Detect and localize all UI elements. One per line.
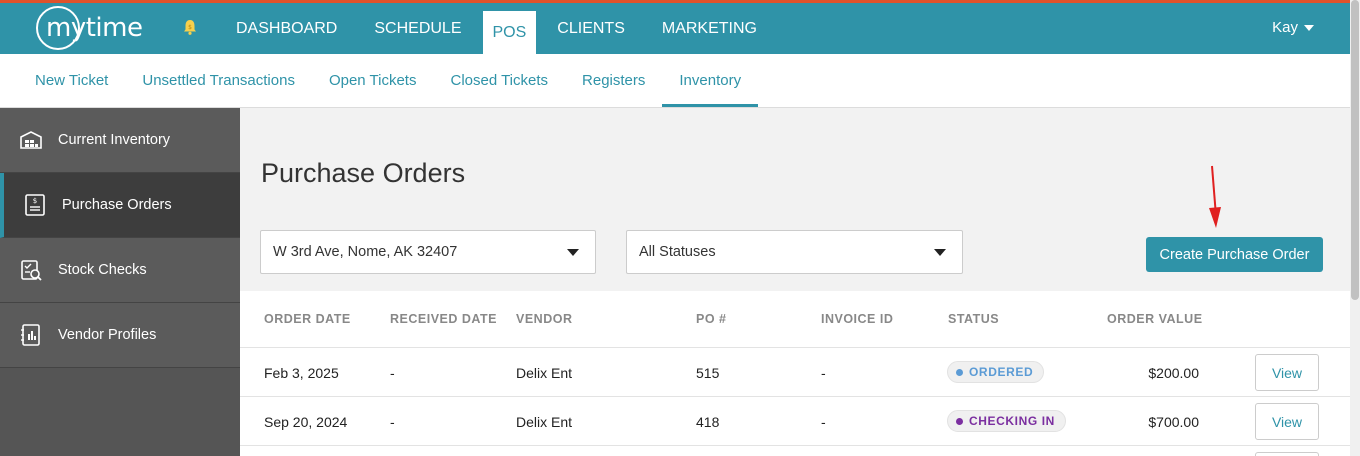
status-select[interactable]: All Statuses: [626, 230, 963, 274]
table-row: Feb 3, 2025 - Delix Ent 515 - ORDERED $2…: [240, 348, 1350, 397]
nav-schedule[interactable]: SCHEDULE: [358, 9, 477, 49]
nav-pos[interactable]: POS: [482, 11, 537, 54]
user-name: Kay: [1272, 19, 1298, 36]
sidebar-item-vendor-profiles[interactable]: Vendor Profiles: [0, 303, 240, 368]
top-navbar: mytime $ DASHBOARD SCHEDULE POS CLIENTS …: [0, 0, 1350, 54]
vendor-profile-icon: [17, 321, 45, 349]
cell-order-date: Sep 20, 2024: [264, 414, 348, 430]
stock-check-icon: [17, 256, 45, 284]
mytime-logo[interactable]: mytime: [36, 6, 143, 50]
nav-clients[interactable]: CLIENTS: [541, 9, 641, 49]
bell-icon[interactable]: $: [181, 18, 199, 36]
logo-text: mytime: [46, 13, 143, 43]
cell-vendor: Delix Ent: [516, 414, 573, 430]
page-scrollbar[interactable]: [1350, 0, 1360, 456]
view-button[interactable]: [1255, 452, 1319, 456]
cell-invoice-id: -: [821, 414, 826, 430]
table-header: ORDER DATE RECEIVED DATE VENDOR PO # INV…: [240, 291, 1350, 348]
purchase-orders-table: ORDER DATE RECEIVED DATE VENDOR PO # INV…: [240, 291, 1350, 456]
subnav-closed-tickets[interactable]: Closed Tickets: [433, 54, 565, 106]
page-title: Purchase Orders: [261, 158, 466, 188]
pos-subnav: New Ticket Unsettled Transactions Open T…: [0, 54, 1350, 108]
user-menu[interactable]: Kay: [1272, 19, 1314, 36]
status-select-value: All Statuses: [639, 244, 716, 260]
status-badge: ORDERED: [947, 361, 1045, 383]
cell-received-date: -: [390, 365, 395, 381]
cell-order-date: Feb 3, 2025: [264, 365, 339, 381]
col-vendor[interactable]: VENDOR: [516, 312, 572, 326]
status-text: CHECKING IN: [969, 414, 1055, 428]
sidebar-item-label: Purchase Orders: [62, 197, 172, 213]
table-row: Sep 20, 2024 - Delix Ent 418 - CHECKING …: [240, 397, 1350, 446]
cell-po-number: 515: [696, 365, 720, 381]
cell-order-value: $700.00: [1148, 414, 1199, 430]
view-button[interactable]: View: [1255, 354, 1319, 391]
col-order-date[interactable]: ORDER DATE: [264, 312, 351, 326]
status-badge: CHECKING IN: [947, 410, 1066, 432]
sidebar-item-purchase-orders[interactable]: $ Purchase Orders: [0, 173, 240, 238]
subnav-open-tickets[interactable]: Open Tickets: [312, 54, 434, 106]
subnav-registers[interactable]: Registers: [565, 54, 662, 106]
svg-text:$: $: [188, 24, 192, 31]
view-button[interactable]: View: [1255, 403, 1319, 440]
purchase-order-icon: $: [21, 191, 49, 219]
cell-po-number: 418: [696, 414, 720, 430]
cell-vendor: Delix Ent: [516, 365, 573, 381]
location-select-value: W 3rd Ave, Nome, AK 32407: [273, 244, 458, 260]
nav-dashboard[interactable]: DASHBOARD: [220, 9, 353, 49]
sidebar-item-stock-checks[interactable]: Stock Checks: [0, 238, 240, 303]
cell-invoice-id: -: [821, 365, 826, 381]
col-invoice-id[interactable]: INVOICE ID: [821, 312, 893, 326]
sidebar-item-label: Stock Checks: [58, 262, 147, 278]
sidebar-item-label: Vendor Profiles: [58, 327, 157, 343]
caret-down-icon: [567, 249, 579, 256]
table-row: [240, 446, 1350, 456]
subnav-inventory[interactable]: Inventory: [662, 54, 759, 107]
location-select[interactable]: W 3rd Ave, Nome, AK 32407: [260, 230, 596, 274]
scrollbar-thumb[interactable]: [1351, 0, 1359, 300]
subnav-unsettled-transactions[interactable]: Unsettled Transactions: [125, 54, 312, 106]
create-purchase-order-button[interactable]: Create Purchase Order: [1146, 237, 1323, 272]
col-status[interactable]: STATUS: [948, 312, 999, 326]
sidebar-item-label: Current Inventory: [58, 132, 171, 148]
svg-text:$: $: [33, 197, 37, 205]
status-dot: [956, 368, 963, 376]
col-received-date[interactable]: RECEIVED DATE: [390, 312, 497, 326]
cell-order-value: $200.00: [1148, 365, 1199, 381]
chevron-down-icon: [1304, 24, 1314, 31]
status-dot: [956, 417, 963, 425]
sidebar-item-current-inventory[interactable]: Current Inventory: [0, 108, 240, 173]
col-order-value[interactable]: ORDER VALUE: [1107, 312, 1203, 326]
main-content: Purchase Orders W 3rd Ave, Nome, AK 3240…: [240, 108, 1350, 456]
inventory-sidebar: Current Inventory $ Purchase Orders Stoc…: [0, 108, 240, 456]
red-arrow-annotation: [1209, 165, 1221, 228]
warehouse-icon: [17, 126, 45, 154]
status-text: ORDERED: [969, 365, 1034, 379]
col-po-number[interactable]: PO #: [696, 312, 727, 326]
main-nav: DASHBOARD SCHEDULE POS CLIENTS MARKETING: [220, 3, 778, 54]
cell-received-date: -: [390, 414, 395, 430]
subnav-new-ticket[interactable]: New Ticket: [0, 54, 125, 106]
caret-down-icon: [934, 249, 946, 256]
nav-marketing[interactable]: MARKETING: [646, 9, 773, 49]
